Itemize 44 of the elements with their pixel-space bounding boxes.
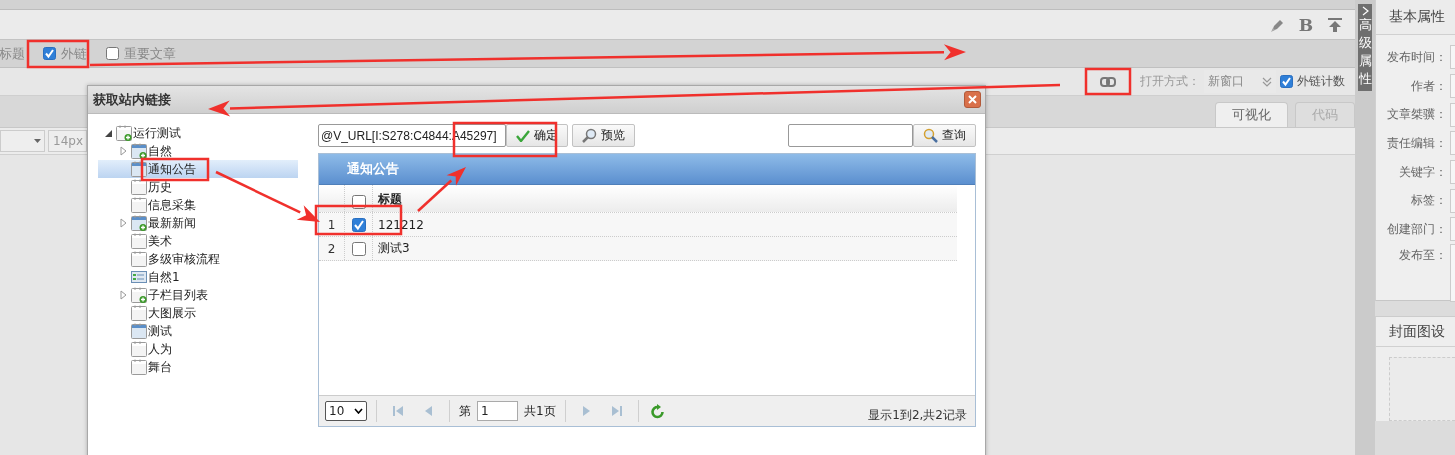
tree-item[interactable]: 舞台 bbox=[148, 358, 172, 376]
tree-item[interactable]: 大图展示 bbox=[148, 304, 196, 322]
tree-item[interactable]: 通知公告 bbox=[148, 160, 196, 178]
checkbox-label: 重要文章 bbox=[124, 44, 176, 63]
tree-item[interactable]: 运行测试 bbox=[133, 124, 181, 142]
row-number: 2 bbox=[327, 241, 336, 256]
field-label: 发布至： bbox=[1398, 246, 1447, 264]
tree-item[interactable]: 自然1 bbox=[148, 268, 180, 286]
field-label: 创建部门： bbox=[1386, 220, 1447, 238]
tree-item[interactable]: 子栏目列表 bbox=[148, 286, 208, 304]
tree-item[interactable]: 历史 bbox=[148, 178, 172, 196]
bold-button[interactable]: B bbox=[1298, 14, 1313, 35]
tree-item[interactable]: 美术 bbox=[148, 232, 172, 250]
column-header[interactable]: 标题 bbox=[378, 191, 402, 208]
field-label: 标签： bbox=[1410, 192, 1447, 210]
field-label: 关键字： bbox=[1398, 163, 1447, 181]
field-label: 发布时间： bbox=[1386, 48, 1447, 66]
grid-title: 通知公告 bbox=[347, 160, 399, 178]
panel-title: 基本属性 bbox=[1389, 8, 1445, 26]
record-summary: 显示1到2,共2记录 bbox=[868, 406, 967, 424]
tree-item[interactable]: 信息采集 bbox=[148, 196, 196, 214]
tree-item[interactable]: 多级审核流程 bbox=[148, 250, 220, 268]
dialog-title: 获取站内链接 bbox=[93, 90, 171, 109]
checkbox-label: 外链 bbox=[61, 44, 87, 63]
pager-label: 共1页 bbox=[524, 402, 556, 420]
view-tab[interactable]: 可视化 bbox=[1215, 102, 1288, 127]
tree-item[interactable]: 测试 bbox=[148, 322, 172, 340]
tree-item[interactable]: 人为 bbox=[148, 340, 172, 358]
row-number: 1 bbox=[327, 217, 336, 232]
table-cell: 测试3 bbox=[378, 240, 410, 257]
side-tab[interactable]: 高级属性 bbox=[1358, 4, 1372, 91]
pager-label: 第 bbox=[459, 402, 471, 420]
checkbox-label: 外链计数 bbox=[1297, 73, 1345, 90]
search-button[interactable]: 查询 bbox=[913, 124, 976, 147]
field-label: 作者： bbox=[1410, 77, 1447, 95]
field-label: 责任编辑： bbox=[1386, 134, 1447, 152]
tree-item[interactable]: 自然 bbox=[148, 142, 172, 160]
preview-button[interactable]: 预览 bbox=[572, 124, 635, 147]
page-size-dropdown[interactable]: 10 bbox=[325, 401, 367, 421]
field-label: 文章桀骥： bbox=[1386, 106, 1447, 124]
tree-item[interactable]: 最新新闻 bbox=[148, 214, 196, 232]
field-label: 打开方式： bbox=[1140, 73, 1200, 90]
page-number-field[interactable]: 1 bbox=[477, 401, 518, 421]
panel-title: 封面图设 bbox=[1389, 322, 1445, 341]
